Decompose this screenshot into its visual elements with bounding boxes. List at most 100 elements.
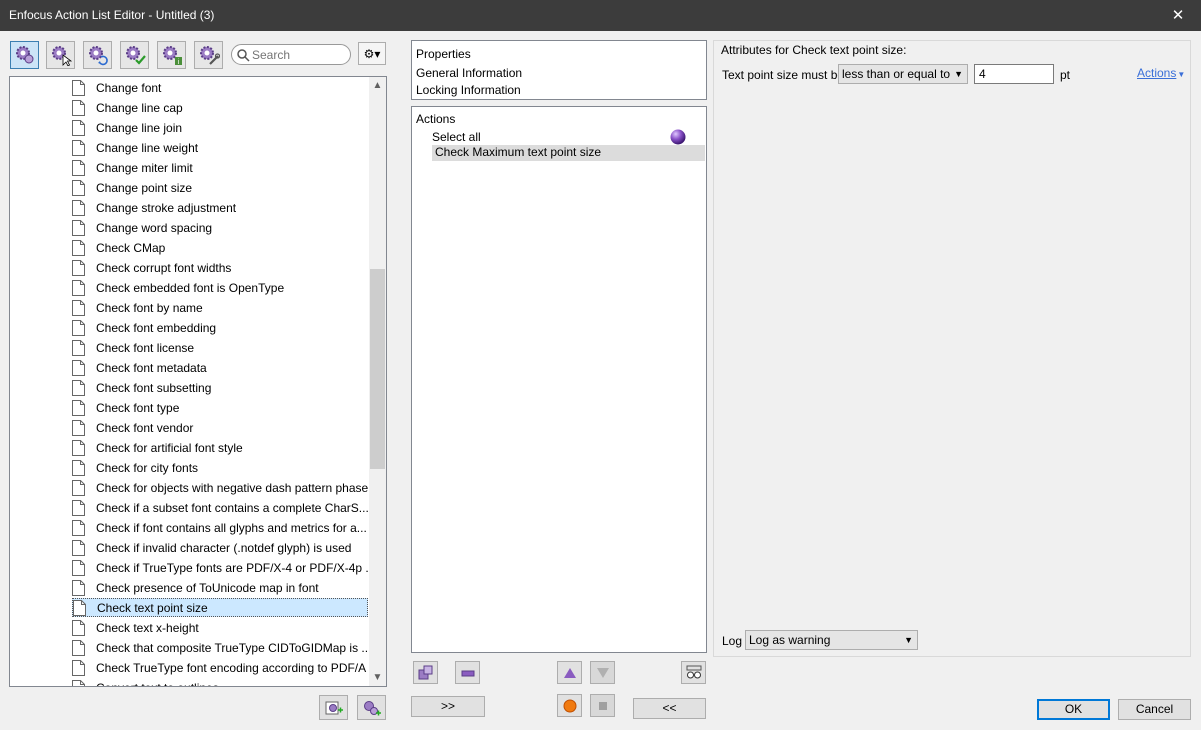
document-icon <box>72 319 85 336</box>
add-action-button[interactable] <box>319 695 348 720</box>
close-icon[interactable]: ✕ <box>1155 0 1201 31</box>
scroll-up-arrow-icon[interactable]: ▲ <box>369 77 386 94</box>
list-item[interactable]: Check for city fonts <box>72 458 368 477</box>
add-to-list-button[interactable]: >> <box>411 696 485 717</box>
list-item[interactable]: Check embedded font is OpenType <box>72 278 368 297</box>
list-item-label: Check if a subset font contains a comple… <box>96 500 369 515</box>
document-icon <box>72 439 85 456</box>
list-item[interactable]: Check that composite TrueType CIDToGIDMa… <box>72 638 371 657</box>
toolbar-button-gear-cursor[interactable] <box>46 41 75 69</box>
toolbar-button-gear-info[interactable]: i <box>157 41 186 69</box>
document-icon <box>72 199 85 216</box>
chevron-down-icon: ▼ <box>904 635 913 645</box>
document-icon <box>72 679 85 686</box>
list-item[interactable]: Check font vendor <box>72 418 368 437</box>
scroll-down-arrow-icon[interactable]: ▼ <box>369 669 386 686</box>
list-item[interactable]: Change stroke adjustment <box>72 198 368 217</box>
document-icon <box>72 359 85 376</box>
document-icon <box>72 579 85 596</box>
log-level-dropdown[interactable]: Log as warning ▼ <box>745 630 918 650</box>
toolbar-button-gear-cluster[interactable] <box>10 41 39 69</box>
properties-item-locking[interactable]: Locking Information <box>416 83 521 97</box>
list-item[interactable]: Change point size <box>72 178 368 197</box>
attributes-panel: Attributes for Check text point size: Te… <box>713 40 1191 657</box>
move-down-button[interactable] <box>590 661 615 684</box>
comparison-dropdown[interactable]: less than or equal to ▼ <box>838 64 968 84</box>
list-item[interactable]: Check font embedding <box>72 318 368 337</box>
vertical-scrollbar[interactable]: ▲ ▼ <box>369 77 386 686</box>
minus-icon <box>461 670 474 676</box>
actions-panel: Actions Select all Check Maximum text po… <box>411 106 707 653</box>
list-item[interactable]: Check if TrueType fonts are PDF/X-4 or P… <box>72 558 375 577</box>
properties-panel: Properties General Information Locking I… <box>411 40 707 100</box>
list-item[interactable]: Check text point size <box>72 598 368 617</box>
remove-action-button[interactable] <box>455 661 480 684</box>
triangle-up-icon <box>563 667 576 678</box>
search-icon <box>237 49 250 62</box>
cancel-button[interactable]: Cancel <box>1118 699 1191 720</box>
toolbar-button-gear-refresh[interactable] <box>83 41 112 69</box>
chevron-down-icon: ▼ <box>954 69 963 79</box>
list-item[interactable]: Check font license <box>72 338 368 357</box>
list-item-label: Convert text to outlines <box>96 681 219 687</box>
list-item[interactable]: Check if font contains all glyphs and me… <box>72 518 368 537</box>
list-item-label: Check embedded font is OpenType <box>96 280 285 295</box>
stop-button[interactable] <box>590 694 615 717</box>
inspect-button[interactable] <box>681 661 706 684</box>
action-library-list[interactable]: Change font Change line cap Change line jo… <box>9 76 387 687</box>
gear-add-icon <box>325 701 343 714</box>
document-icon <box>72 139 85 156</box>
list-item[interactable]: Check font subsetting <box>72 378 368 397</box>
toolbar-button-gear-wrench[interactable] <box>194 41 223 69</box>
record-button[interactable] <box>557 694 582 717</box>
action-row-select-all[interactable]: Select all <box>432 130 481 146</box>
toolbar-button-gear-check[interactable] <box>120 41 149 69</box>
list-item-label: Check TrueType font encoding according t… <box>96 660 367 675</box>
list-item[interactable]: Change font <box>72 78 368 97</box>
properties-header: Properties <box>416 47 471 61</box>
list-item[interactable]: Check font by name <box>72 298 368 317</box>
list-item[interactable]: Check if invalid character (.notdef glyp… <box>72 538 368 557</box>
document-icon <box>72 659 85 676</box>
list-item-label: Check text x-height <box>96 620 199 635</box>
search-input[interactable] <box>252 47 346 62</box>
actions-menu-link[interactable]: Actions▼ <box>1137 66 1185 80</box>
search-field[interactable] <box>231 44 351 65</box>
list-item-label: Change line join <box>96 120 183 135</box>
list-item[interactable]: Check if a subset font contains a comple… <box>72 498 369 517</box>
remove-from-list-button[interactable]: << <box>633 698 706 719</box>
list-item[interactable]: Check font metadata <box>72 358 368 377</box>
document-icon <box>72 259 85 276</box>
list-item[interactable]: Check for objects with negative dash pat… <box>72 478 368 497</box>
action-row-check-max-text-size[interactable]: Check Maximum text point size <box>432 145 705 161</box>
document-icon <box>72 339 85 356</box>
list-item[interactable]: Check for artificial font style <box>72 438 368 457</box>
document-icon <box>72 299 85 316</box>
list-item[interactable]: Check corrupt font widths <box>72 258 368 277</box>
list-item[interactable]: Check text x-height <box>72 618 368 637</box>
list-item[interactable]: Check TrueType font encoding according t… <box>72 658 368 677</box>
point-size-input[interactable]: 4 <box>974 64 1054 84</box>
stop-square-icon <box>598 701 607 710</box>
ok-button[interactable]: OK <box>1037 699 1110 720</box>
list-item[interactable]: Change line join <box>72 118 368 137</box>
list-item[interactable]: Check font type <box>72 398 368 417</box>
settings-menu-button[interactable]: ⚙▾ <box>358 42 386 65</box>
triangle-down-icon <box>596 667 609 678</box>
list-item[interactable]: Change line cap <box>72 98 368 117</box>
duplicate-action-button[interactable] <box>413 661 438 684</box>
list-item-label: Check font subsetting <box>96 380 212 395</box>
scroll-thumb[interactable] <box>370 269 385 469</box>
list-item[interactable]: Change miter limit <box>72 158 368 177</box>
list-item[interactable]: Convert text to outlines <box>72 678 368 687</box>
list-item[interactable]: Change word spacing <box>72 218 368 237</box>
gear-cluster-icon <box>15 46 33 64</box>
list-item[interactable]: Change line weight <box>72 138 368 157</box>
list-item-label: Change stroke adjustment <box>96 200 237 215</box>
purple-orb-icon <box>670 129 686 145</box>
move-up-button[interactable] <box>557 661 582 684</box>
list-item[interactable]: Check presence of ToUnicode map in font <box>72 578 368 597</box>
list-item[interactable]: Check CMap <box>72 238 368 257</box>
properties-item-general[interactable]: General Information <box>416 66 522 80</box>
add-preset-button[interactable] <box>357 695 386 720</box>
